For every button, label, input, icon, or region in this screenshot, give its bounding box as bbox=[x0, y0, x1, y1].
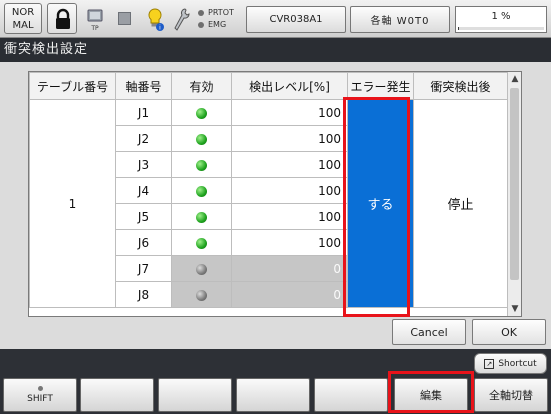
mode-line2: MAL bbox=[12, 20, 34, 31]
status-bar: NOR MAL TP i PRTOT EMG CVR038A1 各軸 W0T0 bbox=[0, 0, 551, 38]
shortcut-label: Shortcut bbox=[498, 358, 537, 369]
enabled-led-icon bbox=[196, 107, 207, 119]
shortcut-button[interactable]: ↗ Shortcut bbox=[474, 353, 547, 374]
detect-level-cell[interactable]: 100 bbox=[231, 177, 348, 204]
detect-level-cell[interactable]: 100 bbox=[231, 99, 348, 126]
error-occur-cell[interactable]: する bbox=[347, 99, 414, 308]
shift-button[interactable]: SHIFT bbox=[3, 378, 77, 412]
enabled-cell[interactable] bbox=[171, 229, 232, 256]
axis-number-cell: J1 bbox=[115, 99, 172, 126]
table-scrollbar[interactable]: ▲ ▼ bbox=[507, 72, 521, 316]
shortcut-arrow-icon: ↗ bbox=[484, 358, 495, 369]
enabled-cell[interactable] bbox=[171, 151, 232, 178]
shift-led-icon bbox=[37, 386, 43, 391]
header-after-detect: 衝突検出後 bbox=[413, 72, 508, 100]
speed-bar-fill bbox=[458, 27, 459, 30]
axis-number-cell: J4 bbox=[115, 177, 172, 204]
content-panel: テーブル番号 軸番号 有効 検出レベル[%] エラー発生 衝突検出後 1 J1 10… bbox=[0, 62, 551, 349]
status-lamps: PRTOT EMG bbox=[198, 7, 234, 31]
axis-number-cell: J6 bbox=[115, 229, 172, 256]
detect-level-cell[interactable]: 100 bbox=[231, 229, 348, 256]
soft-key-f4[interactable] bbox=[236, 378, 310, 412]
enabled-cell[interactable] bbox=[171, 203, 232, 230]
mode-indicator[interactable]: NOR MAL bbox=[4, 3, 42, 34]
axis-number-cell: J5 bbox=[115, 203, 172, 230]
teach-pendant-icon: TP bbox=[86, 8, 104, 32]
header-enabled: 有効 bbox=[171, 72, 232, 100]
mode-line1: NOR bbox=[11, 7, 35, 18]
detect-level-cell[interactable]: 0 bbox=[231, 281, 348, 308]
enabled-led-icon bbox=[196, 211, 207, 223]
lock-button[interactable] bbox=[47, 3, 77, 34]
header-error-occur: エラー発生 bbox=[347, 72, 414, 100]
disabled-led-icon bbox=[196, 289, 207, 301]
job-name-button[interactable]: CVR038A1 bbox=[246, 6, 346, 33]
enabled-led-icon bbox=[196, 159, 207, 171]
enabled-led-icon bbox=[196, 237, 207, 249]
axis-number-cell: J2 bbox=[115, 125, 172, 152]
collision-table: テーブル番号 軸番号 有効 検出レベル[%] エラー発生 衝突検出後 1 J1 10… bbox=[29, 72, 508, 308]
header-detect-level: 検出レベル[%] bbox=[231, 72, 348, 100]
speed-text: 1 % bbox=[491, 11, 511, 22]
speed-bar bbox=[458, 27, 544, 30]
after-detect-cell[interactable]: 停止 bbox=[413, 99, 508, 308]
wrench-icon[interactable] bbox=[172, 6, 190, 34]
scroll-down-icon[interactable]: ▼ bbox=[508, 302, 521, 316]
ok-button[interactable]: OK bbox=[472, 319, 546, 345]
info-bulb-icon[interactable]: i bbox=[146, 7, 164, 33]
header-axis-number: 軸番号 bbox=[115, 72, 172, 100]
soft-key-bar: SHIFT 編集 全軸切替 bbox=[0, 376, 551, 414]
enabled-cell[interactable] bbox=[171, 255, 232, 282]
axis-number-cell: J8 bbox=[115, 281, 172, 308]
scroll-thumb[interactable] bbox=[510, 88, 519, 280]
soft-key-f3[interactable] bbox=[158, 378, 232, 412]
prtot-lamp-icon bbox=[198, 10, 204, 16]
detect-level-cell[interactable]: 100 bbox=[231, 203, 348, 230]
table-number-cell[interactable]: 1 bbox=[29, 99, 116, 308]
detect-level-cell[interactable]: 100 bbox=[231, 151, 348, 178]
shift-label: SHIFT bbox=[27, 394, 53, 404]
square-status-icon bbox=[118, 12, 131, 25]
scroll-up-icon[interactable]: ▲ bbox=[508, 72, 521, 86]
table-row[interactable]: 1 J1 100 する 停止 bbox=[29, 99, 508, 308]
cancel-button[interactable]: Cancel bbox=[392, 319, 466, 345]
lock-icon bbox=[56, 8, 70, 29]
speed-indicator[interactable]: 1 % bbox=[455, 6, 547, 33]
axis-number-cell: J7 bbox=[115, 255, 172, 282]
detect-level-cell[interactable]: 0 bbox=[231, 255, 348, 282]
emg-label: EMG bbox=[208, 20, 227, 29]
enabled-cell[interactable] bbox=[171, 99, 232, 126]
detect-level-cell[interactable]: 100 bbox=[231, 125, 348, 152]
enabled-led-icon bbox=[196, 133, 207, 145]
tp-label: TP bbox=[90, 25, 99, 32]
page-title: 衝突検出設定 bbox=[0, 38, 551, 62]
axis-mode-button[interactable]: 各軸 W0T0 bbox=[350, 6, 450, 33]
enabled-cell[interactable] bbox=[171, 177, 232, 204]
soft-key-f5[interactable] bbox=[314, 378, 388, 412]
prtot-label: PRTOT bbox=[208, 8, 234, 17]
disabled-led-icon bbox=[196, 263, 207, 275]
enabled-led-icon bbox=[196, 185, 207, 197]
soft-key-f2[interactable] bbox=[80, 378, 154, 412]
enabled-cell[interactable] bbox=[171, 125, 232, 152]
axis-number-cell: J3 bbox=[115, 151, 172, 178]
table-header-row: テーブル番号 軸番号 有効 検出レベル[%] エラー発生 衝突検出後 bbox=[29, 72, 508, 100]
edit-button[interactable]: 編集 bbox=[394, 378, 468, 412]
header-table-number: テーブル番号 bbox=[29, 72, 116, 100]
collision-table-container: テーブル番号 軸番号 有効 検出レベル[%] エラー発生 衝突検出後 1 J1 10… bbox=[28, 71, 522, 317]
emg-lamp-icon bbox=[198, 22, 204, 28]
enabled-cell[interactable] bbox=[171, 281, 232, 308]
all-axes-toggle-button[interactable]: 全軸切替 bbox=[474, 378, 548, 412]
